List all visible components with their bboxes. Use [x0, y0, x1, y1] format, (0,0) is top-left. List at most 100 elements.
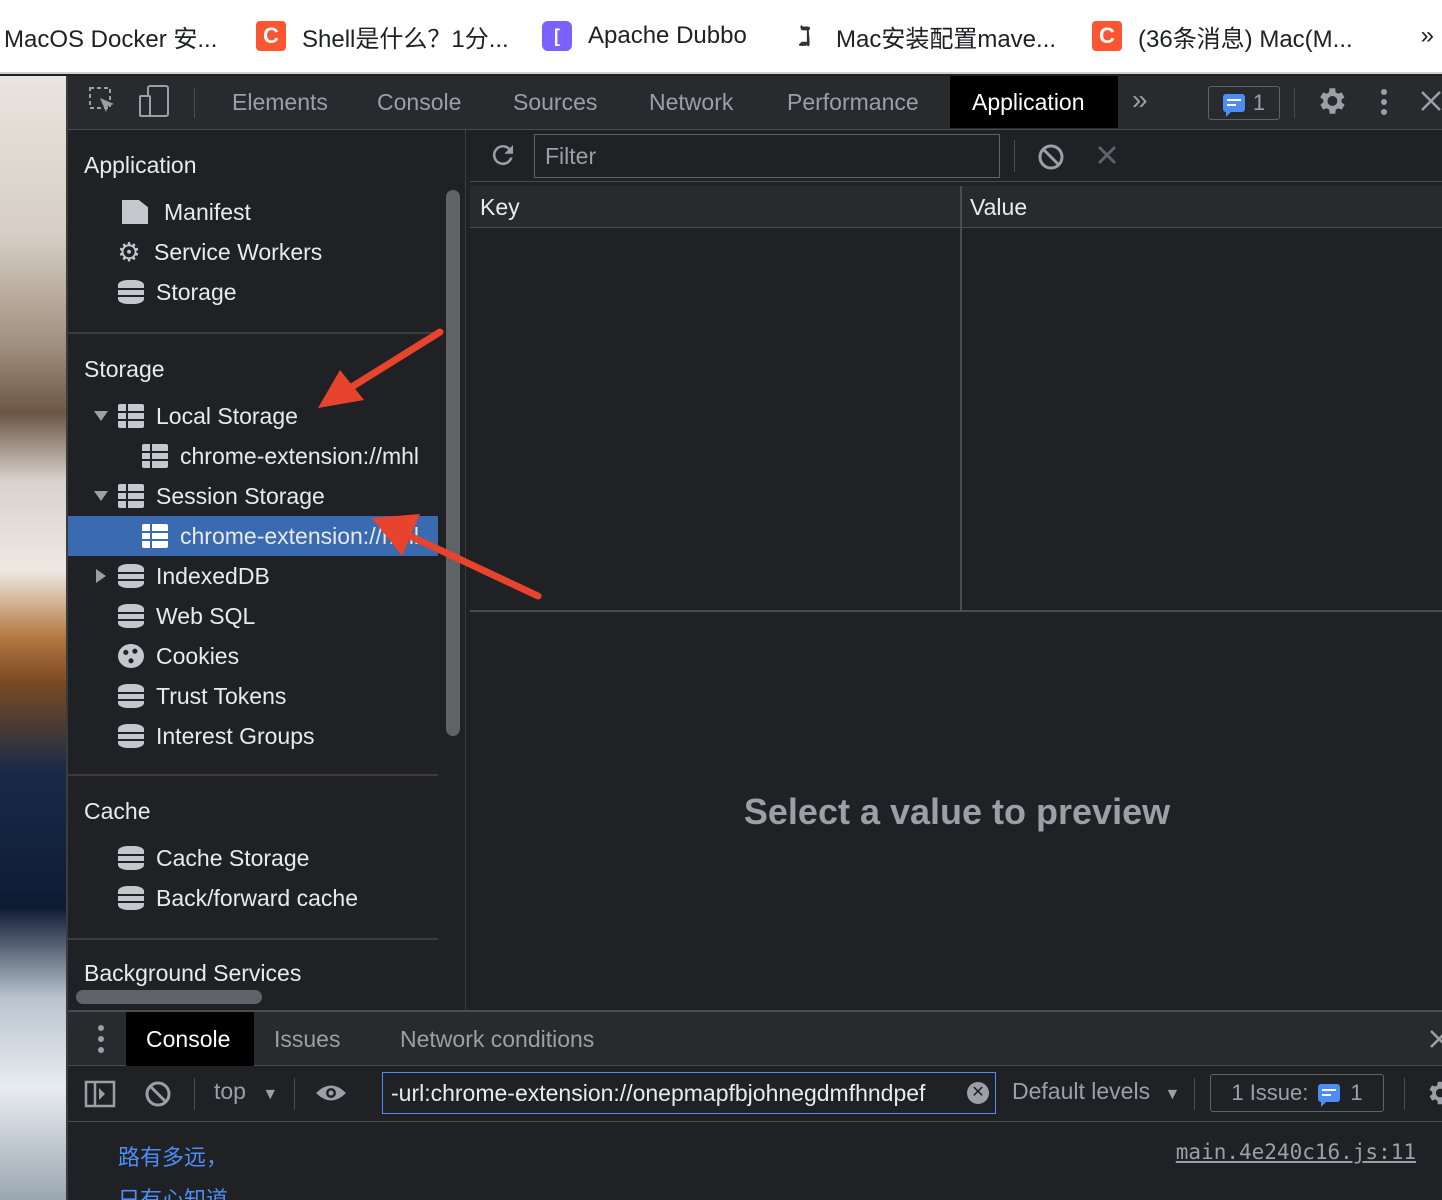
console-settings-gear-icon[interactable] — [1424, 1078, 1442, 1113]
sidebar-item-session-storage-origin[interactable]: chrome-extension://mhl — [68, 516, 438, 556]
delete-selected-icon[interactable] — [1096, 144, 1118, 171]
bookmark-mac-maven[interactable]: ℷ Mac安装配置mave... — [790, 0, 1057, 72]
csdn-icon: C — [1092, 21, 1122, 51]
bookmark-label: (36条消息) Mac(M... — [1138, 25, 1353, 53]
table-grid-icon — [118, 404, 144, 428]
sidebar-item-label: Interest Groups — [156, 722, 315, 749]
clear-filter-icon[interactable]: ✕ — [967, 1082, 989, 1104]
sidebar-item-service-workers[interactable]: ⚙ Service Workers — [68, 232, 438, 272]
sidebar-item-cookies[interactable]: Cookies — [68, 636, 438, 676]
table-header: Key Value — [470, 186, 1442, 228]
column-divider[interactable] — [960, 186, 962, 610]
sidebar-item-label: chrome-extension://mhl — [180, 442, 420, 469]
drawer-tab-console[interactable]: Console — [126, 1012, 254, 1066]
console-issues-button[interactable]: 1 Issue: 1 — [1210, 1074, 1384, 1112]
console-toolbar: top ▼ -url:chrome-extension://onepmapfbj… — [68, 1066, 1442, 1122]
sidebar-item-web-sql[interactable]: Web SQL — [68, 596, 438, 636]
issues-count: 1 — [1252, 90, 1266, 115]
bookmark-shell[interactable]: C Shell是什么？1分... — [256, 0, 509, 72]
sidebar-vertical-scrollbar[interactable] — [446, 190, 460, 736]
dubbo-icon: [ — [542, 21, 572, 51]
sidebar-item-local-storage-origin[interactable]: chrome-extension://mhl — [68, 436, 438, 476]
tab-application[interactable]: Application — [950, 76, 1118, 128]
inspect-element-icon[interactable] — [88, 86, 118, 123]
more-options-icon[interactable] — [1378, 86, 1390, 127]
expand-arrow-icon[interactable] — [94, 411, 108, 421]
toolbar-divider — [294, 1078, 295, 1110]
tab-sources[interactable]: Sources — [491, 76, 619, 128]
live-expression-eye-icon[interactable] — [314, 1082, 348, 1109]
tab-network[interactable]: Network — [627, 76, 755, 128]
section-title-cache: Cache — [84, 798, 151, 824]
sidebar-item-label: Trust Tokens — [156, 682, 287, 709]
console-drawer: Console Issues Network conditions top ▼ — [68, 1010, 1442, 1200]
devtools-panel: Elements Console Sources Network Perform… — [66, 76, 1442, 1200]
table-grid-icon — [142, 524, 168, 548]
drawer-menu-icon[interactable] — [96, 1024, 106, 1059]
filter-input[interactable] — [534, 134, 1000, 178]
bookmark-csdn-mac[interactable]: C (36条消息) Mac(M... — [1092, 0, 1353, 72]
clear-console-icon[interactable] — [144, 1080, 172, 1113]
section-divider — [68, 332, 438, 334]
more-tabs-button[interactable]: » — [1132, 84, 1148, 116]
sidebar-item-manifest[interactable]: Manifest — [68, 192, 438, 232]
drawer-tab-issues[interactable]: Issues — [254, 1012, 360, 1066]
sidebar-horizontal-scrollbar[interactable] — [76, 990, 262, 1004]
sidebar-item-trust-tokens[interactable]: Trust Tokens — [68, 676, 438, 716]
sidebar-item-session-storage[interactable]: Session Storage — [68, 476, 438, 516]
settings-gear-icon[interactable] — [1314, 84, 1348, 125]
table-grid-icon — [118, 484, 144, 508]
sidebar-item-storage[interactable]: Storage — [68, 272, 438, 312]
storage-view: Key Value Select a value to preview — [470, 130, 1442, 1010]
sidebar-item-label: Cache Storage — [156, 844, 310, 871]
sidebar-item-label: Back/forward cache — [156, 884, 358, 911]
expand-arrow-icon[interactable] — [94, 491, 108, 501]
collapse-arrow-icon[interactable] — [96, 569, 106, 583]
console-filter-input[interactable]: -url:chrome-extension://onepmapfbjohnegd… — [382, 1072, 996, 1114]
toolbar-divider — [1014, 140, 1015, 172]
tab-performance[interactable]: Performance — [765, 76, 941, 128]
log-levels-dropdown[interactable]: Default levels ▼ — [1012, 1078, 1180, 1105]
document-icon — [122, 200, 148, 224]
sidebar-item-cache-storage[interactable]: Cache Storage — [68, 838, 438, 878]
column-header-value[interactable]: Value — [960, 186, 1027, 228]
console-source-link[interactable]: main.4e240c16.js:11 — [1176, 1140, 1416, 1164]
bookmark-apache-dubbo[interactable]: [ Apache Dubbo — [542, 0, 747, 72]
tab-elements[interactable]: Elements — [210, 76, 350, 128]
toolbar-divider — [1404, 1078, 1405, 1110]
storage-toolbar — [470, 130, 1442, 182]
clear-all-icon[interactable] — [1036, 142, 1066, 177]
issues-badge[interactable]: 1 — [1208, 86, 1280, 120]
sidebar-item-indexeddb[interactable]: IndexedDB — [68, 556, 438, 596]
chevron-down-icon: ▼ — [262, 1086, 279, 1103]
bookmarks-bar: MacOS Docker 安... C Shell是什么？1分... [ Apa… — [0, 0, 1442, 74]
message-icon — [1222, 94, 1245, 117]
tab-console[interactable]: Console — [355, 76, 483, 128]
database-icon — [118, 886, 144, 910]
drawer-tab-network-conditions[interactable]: Network conditions — [380, 1012, 614, 1066]
bookmark-label: Mac安装配置mave... — [836, 25, 1057, 53]
sidebar-item-interest-groups[interactable]: Interest Groups — [68, 716, 438, 756]
context-selector[interactable]: top ▼ — [214, 1078, 278, 1105]
section-divider — [68, 774, 438, 776]
device-toolbar-icon[interactable] — [138, 84, 172, 125]
application-sidebar: Application Manifest ⚙ Service Workers S… — [68, 130, 466, 1010]
sidebar-item-label: Service Workers — [154, 238, 323, 265]
devtools-tabbar: Elements Console Sources Network Perform… — [68, 76, 1442, 130]
close-devtools-icon[interactable] — [1418, 88, 1442, 121]
chevron-down-icon: ▼ — [1164, 1086, 1181, 1103]
sidebar-toggle-icon[interactable] — [84, 1080, 116, 1113]
bookmark-label: Shell是什么？1分... — [302, 25, 509, 53]
database-icon — [118, 564, 144, 588]
console-filter-value: -url:chrome-extension://onepmapfbjohnegd… — [391, 1080, 926, 1106]
bookmarks-more-button[interactable]: » — [1421, 22, 1434, 50]
issues-count: 1 — [1350, 1080, 1363, 1105]
bookmark-macos-docker[interactable]: MacOS Docker 安... — [4, 0, 217, 72]
toolbar-divider — [194, 1078, 195, 1110]
toolbar-divider — [194, 88, 195, 118]
close-drawer-icon[interactable] — [1428, 1028, 1442, 1055]
sidebar-item-back-forward-cache[interactable]: Back/forward cache — [68, 878, 438, 918]
column-header-key[interactable]: Key — [470, 186, 520, 228]
refresh-icon[interactable] — [488, 140, 518, 175]
sidebar-item-local-storage[interactable]: Local Storage — [68, 396, 438, 436]
